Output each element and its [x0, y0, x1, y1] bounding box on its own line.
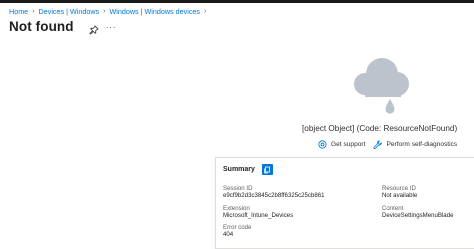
self-diagnostics-label: Perform self-diagnostics: [386, 141, 458, 148]
chevron-right-icon: ›: [103, 8, 106, 15]
title-row: Not found ···: [9, 19, 117, 35]
error-code-label: Error code: [223, 224, 252, 231]
get-support-link[interactable]: Get support: [318, 140, 365, 149]
summary-panel: Summary Session ID e9cf9b2d3c3845c2b8ff6…: [215, 157, 474, 249]
extension-field: Extension Microsoft_Intune_Devices: [223, 205, 293, 220]
breadcrumb: Home › Devices | Windows › Windows | Win…: [9, 7, 210, 16]
session-id-field: Session ID e9cf9b2d3c3845c2b8ff6325c25cb…: [223, 185, 325, 200]
support-icon: [318, 140, 327, 149]
get-support-label: Get support: [331, 141, 366, 148]
copy-icon: [264, 166, 271, 173]
breadcrumb-windows-devices[interactable]: Windows | Windows devices: [109, 7, 200, 16]
session-id-value: e9cf9b2d3c3845c2b8ff6325c25cb861: [223, 192, 325, 200]
error-code-value: 404: [223, 231, 234, 239]
content-field: Content DeviceSettingsMenuBlade: [382, 205, 453, 220]
pin-icon[interactable]: [89, 22, 99, 35]
summary-title: Summary: [223, 166, 255, 173]
wrench-icon: [373, 140, 383, 149]
error-code-field: Error code 404: [223, 224, 251, 239]
extension-value: Microsoft_Intune_Devices: [223, 212, 294, 220]
top-strip: [0, 0, 474, 3]
chevron-right-icon: ›: [32, 8, 35, 15]
chevron-right-icon: ›: [204, 8, 207, 15]
summary-header: Summary: [223, 164, 273, 175]
error-actions: Get support Perform self-diagnostics: [318, 140, 457, 149]
content-label: Content: [382, 205, 404, 212]
copy-button[interactable]: [261, 164, 273, 175]
resource-id-field: Resource ID Not available: [382, 185, 417, 200]
cloud-icon: [351, 56, 411, 120]
self-diagnostics-link[interactable]: Perform self-diagnostics: [373, 140, 457, 149]
session-id-label: Session ID: [223, 185, 253, 192]
resource-id-value: Not available: [382, 192, 418, 200]
resource-id-label: Resource ID: [382, 185, 416, 192]
error-message: [object Object] (Code: ResourceNotFound): [302, 124, 458, 133]
content-value: DeviceSettingsMenuBlade: [382, 212, 454, 220]
extension-label: Extension: [223, 205, 250, 212]
page-title: Not found: [9, 19, 74, 34]
more-icon[interactable]: ···: [106, 22, 117, 32]
breadcrumb-devices-windows[interactable]: Devices | Windows: [39, 7, 100, 16]
breadcrumb-home[interactable]: Home: [9, 7, 28, 16]
